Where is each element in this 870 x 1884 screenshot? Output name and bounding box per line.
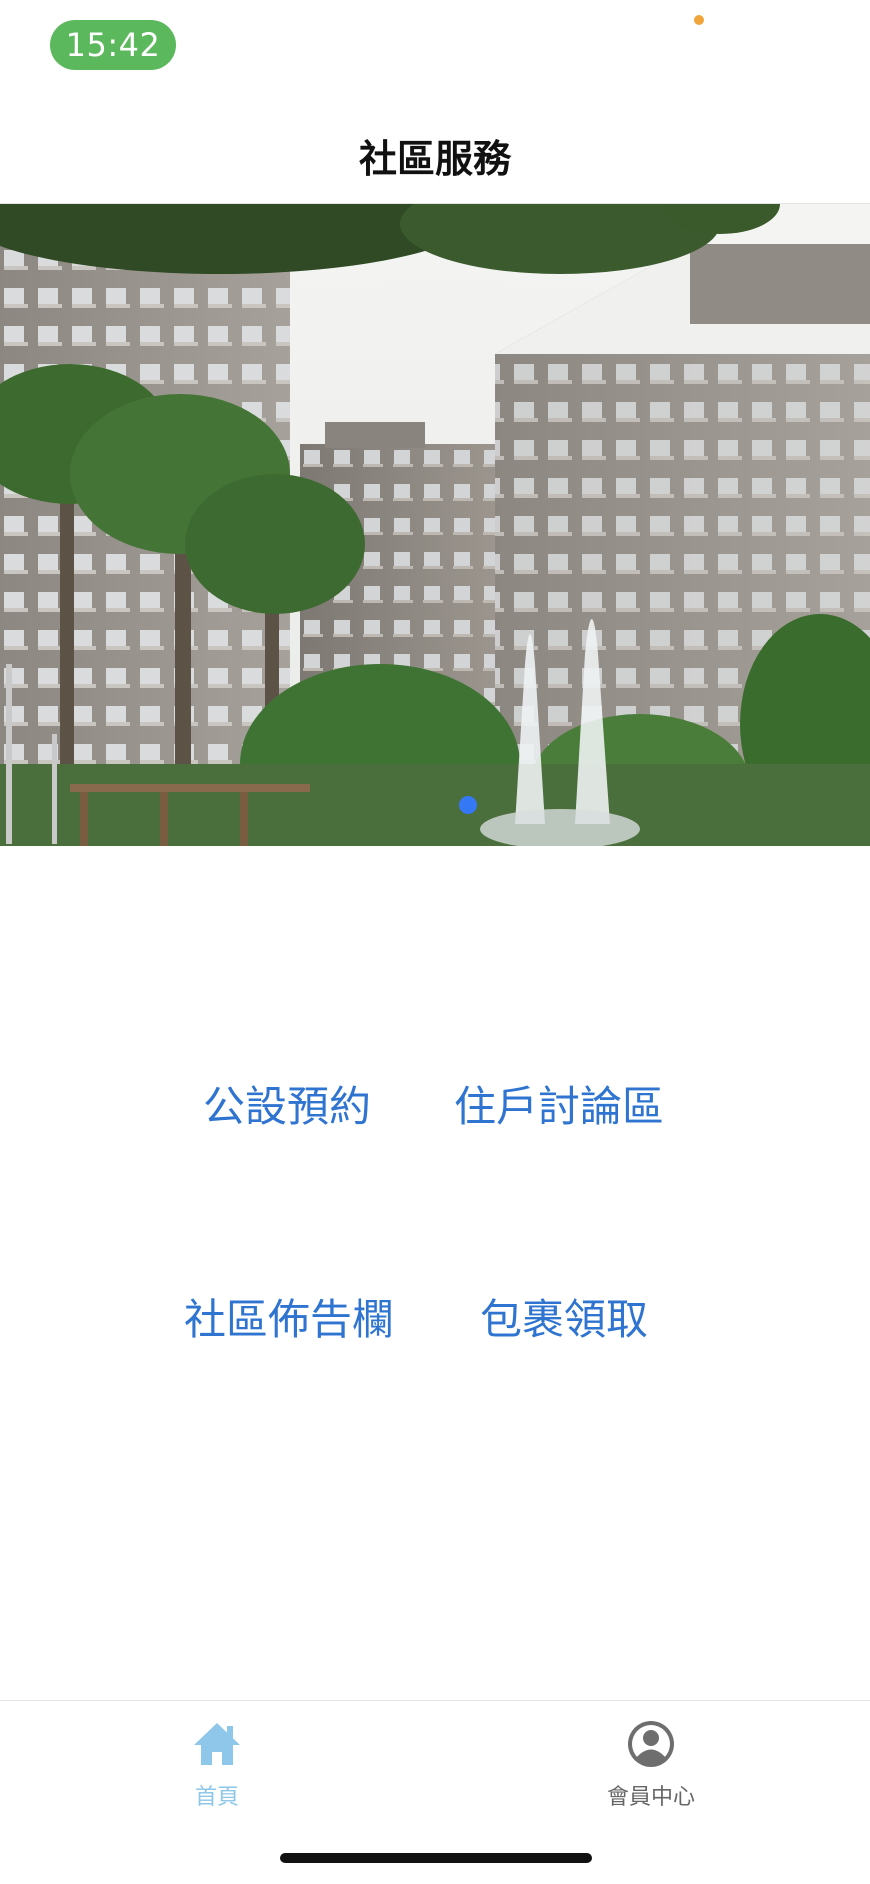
facility-booking-link[interactable]: 公設預約 — [203, 1073, 371, 1134]
carousel-page-indicator[interactable] — [459, 796, 477, 814]
community-bulletin-link[interactable]: 社區佈告欄 — [184, 1286, 394, 1347]
resident-forum-link[interactable]: 住戶討論區 — [454, 1073, 664, 1134]
package-pickup-link[interactable]: 包裹領取 — [480, 1286, 648, 1347]
tab-home[interactable]: 首頁 — [117, 1719, 317, 1811]
user-circle-icon — [628, 1721, 674, 1767]
tab-home-label: 首頁 — [194, 1785, 239, 1810]
page-title: 社區服務 — [358, 137, 511, 181]
privacy-indicator-dot — [694, 15, 704, 25]
banner-image — [0, 204, 870, 846]
tab-member-label: 會員中心 — [606, 1785, 695, 1810]
tab-member-center[interactable]: 會員中心 — [551, 1719, 751, 1811]
status-time: 15:42 — [50, 20, 176, 70]
home-icon — [194, 1723, 240, 1765]
status-bar: 15:42 — [0, 0, 870, 90]
banner-carousel[interactable] — [0, 204, 870, 846]
home-indicator[interactable] — [280, 1853, 592, 1863]
nav-bar: 社區服務 — [0, 90, 870, 204]
